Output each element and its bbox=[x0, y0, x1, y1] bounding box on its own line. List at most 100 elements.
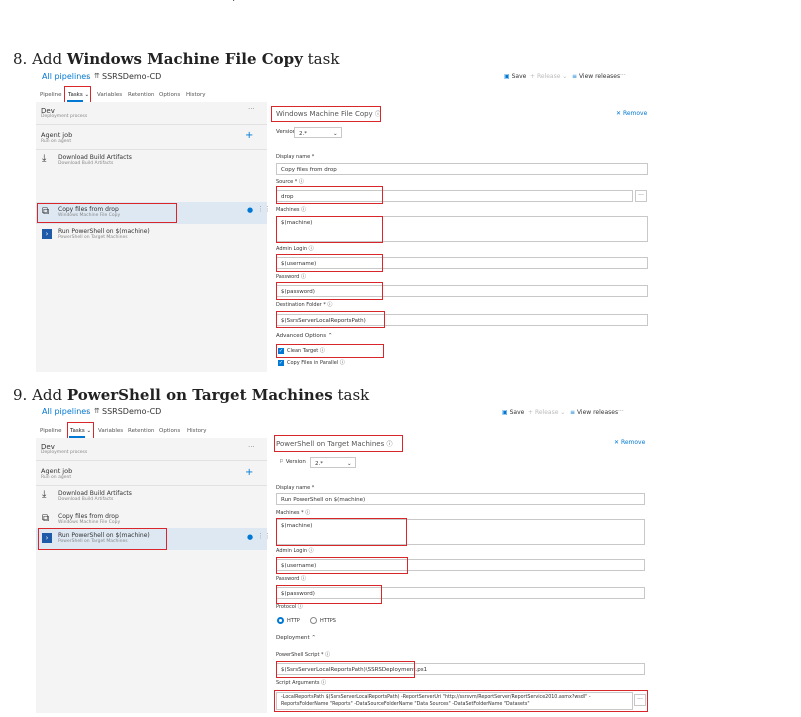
tab-variables[interactable]: Variables bbox=[98, 428, 123, 434]
tab-variables[interactable]: Variables bbox=[97, 92, 122, 98]
agent-job-label[interactable]: Agent job bbox=[41, 468, 72, 475]
step-verb: Add bbox=[32, 50, 63, 68]
task-list-pane: Dev Deployment process ··· Agent job Run… bbox=[36, 438, 271, 713]
machines-label: Machines * ⓘ bbox=[276, 510, 311, 516]
divider bbox=[36, 460, 267, 461]
save-icon: ▣ bbox=[504, 73, 510, 80]
add-task-icon[interactable]: + bbox=[245, 468, 253, 478]
list-icon: ≡ bbox=[570, 409, 576, 416]
pipeline-name: SSRSDemo-CD bbox=[102, 72, 162, 81]
advanced-options-label[interactable]: Advanced Options ⌃ bbox=[276, 333, 333, 340]
save-button[interactable]: ▣ Save bbox=[502, 410, 524, 416]
more-icon[interactable]: ··· bbox=[620, 73, 626, 79]
drag-handle-icon[interactable]: ⋮⋮ bbox=[257, 533, 271, 540]
highlight-ps-script bbox=[276, 661, 415, 678]
highlight-password bbox=[276, 282, 383, 300]
divider bbox=[36, 124, 267, 125]
list-icon: ≡ bbox=[572, 73, 578, 80]
download-icon: ⤓ bbox=[42, 153, 47, 164]
source-label: Source * ⓘ bbox=[276, 179, 304, 185]
machines-label: Machines ⓘ bbox=[276, 207, 307, 213]
remove-button[interactable]: ✕ Remove bbox=[616, 111, 647, 117]
highlight-clean-target bbox=[276, 344, 384, 358]
pipeline-name: SSRSDemo-CD bbox=[102, 407, 162, 416]
agent-job-subtitle: Run on agent bbox=[41, 139, 72, 144]
tab-retention[interactable]: Retention bbox=[128, 428, 155, 434]
password-label: Password ⓘ bbox=[276, 274, 306, 280]
highlight-script-args bbox=[274, 690, 648, 712]
view-releases-button[interactable]: ≡ View releases bbox=[572, 74, 620, 80]
all-pipelines-link[interactable]: All pipelines bbox=[42, 408, 90, 416]
destination-label: Destination Folder * ⓘ bbox=[276, 302, 333, 308]
http-label: HTTP bbox=[287, 618, 300, 624]
agent-job-label[interactable]: Agent job bbox=[41, 132, 72, 139]
release-button[interactable]: + Release ⌄ bbox=[528, 410, 565, 416]
tab-pipeline[interactable]: Pipeline bbox=[40, 428, 62, 434]
step-suffix: task bbox=[307, 50, 340, 68]
highlight-admin-login bbox=[276, 557, 408, 574]
tab-retention[interactable]: Retention bbox=[128, 92, 155, 98]
https-radio[interactable] bbox=[310, 617, 317, 624]
save-icon: ▣ bbox=[502, 409, 508, 416]
version-select[interactable]: 2.* ⌄ bbox=[310, 457, 356, 468]
admin-login-label: Admin Login ⓘ bbox=[276, 246, 314, 252]
highlight-source bbox=[276, 186, 383, 204]
save-button[interactable]: ▣ Save bbox=[504, 74, 526, 80]
stage-more-icon[interactable]: ··· bbox=[248, 444, 255, 451]
step-number: 8. bbox=[13, 50, 28, 68]
stage-more-icon[interactable]: ··· bbox=[248, 106, 255, 113]
add-task-icon[interactable]: + bbox=[245, 131, 253, 141]
version-select[interactable]: 2.* ⌄ bbox=[294, 127, 342, 138]
task-list-pane: Dev Deployment process ··· Agent job Run… bbox=[36, 102, 271, 372]
deployment-section-label[interactable]: Deployment ⌃ bbox=[276, 635, 316, 642]
highlight-task-title bbox=[274, 435, 403, 452]
more-icon[interactable]: ··· bbox=[618, 409, 624, 415]
download-icon: ⤓ bbox=[42, 489, 47, 500]
top-dot: · bbox=[232, 0, 236, 7]
flag-icon: ⚐ bbox=[279, 459, 284, 465]
pipeline-screenshot-2: All pipelines › ⇈ SSRSDemo-CD ▣ Save + R… bbox=[36, 405, 652, 715]
ps-script-label: PowerShell Script * ⓘ bbox=[276, 652, 331, 658]
step-task-name: Windows Machine File Copy bbox=[66, 50, 303, 68]
tab-history[interactable]: History bbox=[186, 92, 206, 98]
https-label: HTTPS bbox=[320, 618, 336, 624]
display-name-input[interactable]: Run PowerShell on $(machine) bbox=[276, 493, 645, 505]
view-releases-button[interactable]: ≡ View releases bbox=[570, 410, 618, 416]
tab-options[interactable]: Options bbox=[159, 428, 180, 434]
display-name-label: Display name * bbox=[276, 485, 315, 491]
browse-button[interactable]: ··· bbox=[635, 190, 647, 202]
copy-parallel-checkbox[interactable]: ✓ bbox=[278, 360, 284, 366]
release-button[interactable]: + Release ⌄ bbox=[530, 74, 567, 80]
script-args-label: Script Arguments ⓘ bbox=[276, 680, 327, 686]
highlight-destination bbox=[276, 311, 385, 328]
enabled-check-icon: ● bbox=[247, 533, 254, 541]
admin-login-label: Admin Login ⓘ bbox=[276, 548, 314, 554]
all-pipelines-link[interactable]: All pipelines bbox=[42, 73, 90, 81]
step-verb: Add bbox=[32, 386, 63, 404]
task-download-subtitle: Download Build Artifacts bbox=[58, 161, 114, 166]
step-number: 9. bbox=[13, 386, 28, 404]
highlight-ps-task bbox=[38, 528, 167, 550]
protocol-label: Protocol ⓘ bbox=[276, 604, 303, 610]
step-9-heading: 9. Add PowerShell on Target Machines tas… bbox=[13, 386, 369, 404]
tab-options[interactable]: Options bbox=[159, 92, 180, 98]
tab-history[interactable]: History bbox=[187, 428, 207, 434]
step-suffix: task bbox=[337, 386, 370, 404]
breadcrumb-separator: › bbox=[86, 72, 90, 81]
password-label: Password ⓘ bbox=[276, 576, 306, 582]
display-name-label: Display name * bbox=[276, 154, 315, 160]
display-name-input[interactable]: Copy files from drop bbox=[276, 163, 648, 175]
remove-button[interactable]: ✕ Remove bbox=[614, 440, 645, 446]
pipeline-screenshot-1: All pipelines › ⇈ SSRSDemo-CD ▣ Save + R… bbox=[36, 70, 652, 372]
breadcrumb-separator: › bbox=[86, 407, 90, 416]
step-task-name: PowerShell on Target Machines bbox=[66, 386, 333, 404]
highlight-tasks-tab bbox=[64, 86, 91, 103]
http-radio[interactable] bbox=[277, 617, 284, 624]
drag-handle-icon[interactable]: ⋮⋮ bbox=[257, 206, 271, 213]
stage-subtitle: Deployment process bbox=[41, 450, 88, 455]
highlight-machines bbox=[276, 518, 407, 546]
step-8-heading: 8. Add Windows Machine File Copy task bbox=[13, 50, 339, 68]
tab-pipeline[interactable]: Pipeline bbox=[40, 92, 62, 98]
copy-parallel-label: Copy Files in Parallel ⓘ bbox=[287, 360, 345, 366]
task-download-subtitle: Download Build Artifacts bbox=[58, 497, 114, 502]
